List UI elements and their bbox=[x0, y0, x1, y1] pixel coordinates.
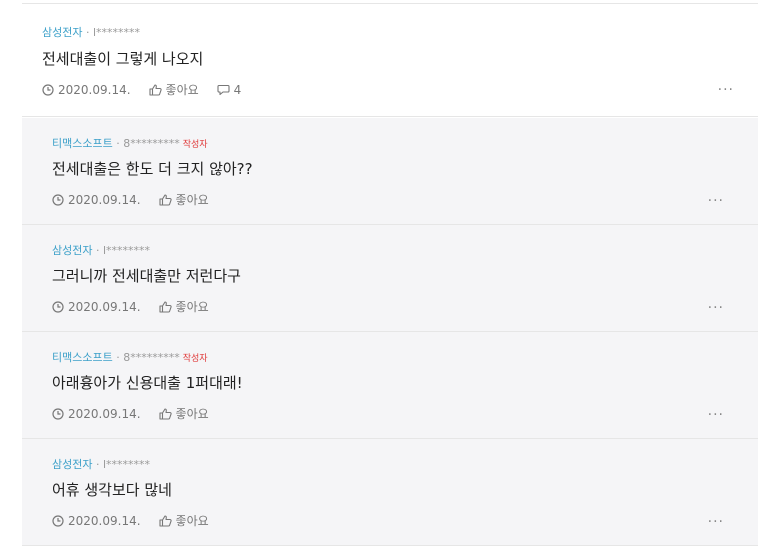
comment-footer: 2020.09.14. 좋아요 bbox=[52, 512, 227, 529]
reply-count-button[interactable]: 4 bbox=[217, 82, 242, 97]
like-label: 좋아요 bbox=[175, 514, 209, 528]
like-button[interactable]: 좋아요 bbox=[158, 298, 209, 315]
clock-icon bbox=[42, 83, 54, 96]
company-name[interactable]: 티맥스소프트 bbox=[52, 137, 113, 150]
reply-comment: 티맥스소프트 · 8********* 작성자 아래흉아가 신용대출 1퍼대래! … bbox=[22, 332, 758, 439]
speech-bubble-icon bbox=[217, 84, 230, 96]
clock-icon bbox=[52, 300, 64, 313]
user-id: l******** bbox=[92, 26, 141, 39]
reply-comment: 티맥스소프트 · 8********* 작성자 전세대출은 한도 더 크지 않아?… bbox=[22, 118, 758, 225]
meta-separator: · bbox=[92, 244, 103, 257]
comment-meta: 삼성전자 · l******** bbox=[52, 242, 150, 258]
comment-thread: 삼성전자 · l******** 전세대출이 그렇게 나오지 2020.09.1… bbox=[0, 0, 766, 560]
comment-main: 삼성전자 · l******** 전세대출이 그렇게 나오지 2020.09.1… bbox=[22, 4, 758, 117]
clock-icon bbox=[52, 514, 64, 527]
company-name[interactable]: 티맥스소프트 bbox=[52, 351, 113, 364]
more-options-button[interactable]: ··· bbox=[708, 514, 724, 530]
comment-text: 어휴 생각보다 많네 bbox=[52, 481, 172, 499]
comment-meta: 티맥스소프트 · 8********* 작성자 bbox=[52, 135, 208, 151]
like-label: 좋아요 bbox=[175, 300, 209, 314]
comment-text: 전세대출은 한도 더 크지 않아?? bbox=[52, 160, 253, 178]
thumbs-up-icon bbox=[158, 193, 172, 206]
like-button[interactable]: 좋아요 bbox=[158, 191, 209, 208]
like-button[interactable]: 좋아요 bbox=[158, 405, 209, 422]
more-options-button[interactable]: ··· bbox=[708, 300, 724, 316]
comment-footer: 2020.09.14. 좋아요 4 bbox=[42, 81, 241, 98]
author-badge: 작성자 bbox=[182, 140, 208, 150]
meta-separator: · bbox=[112, 137, 124, 150]
comment-meta: 삼성전자 · l******** bbox=[42, 24, 140, 40]
comment-date: 2020.09.14. bbox=[68, 192, 141, 207]
reply-comment: 삼성전자 · l******** 어휴 생각보다 많네 2020.09.14. … bbox=[22, 439, 758, 546]
thumbs-up-icon bbox=[158, 300, 172, 313]
meta-separator: · bbox=[82, 26, 93, 39]
more-options-button[interactable]: ··· bbox=[718, 82, 734, 98]
company-name[interactable]: 삼성전자 bbox=[52, 244, 92, 257]
clock-icon bbox=[52, 193, 64, 206]
company-name[interactable]: 삼성전자 bbox=[42, 26, 82, 39]
thumbs-up-icon bbox=[148, 83, 162, 96]
like-label: 좋아요 bbox=[175, 193, 209, 207]
user-id: 8********* bbox=[123, 351, 180, 364]
like-button[interactable]: 좋아요 bbox=[158, 512, 209, 529]
comment-footer: 2020.09.14. 좋아요 bbox=[52, 298, 227, 315]
comment-date: 2020.09.14. bbox=[68, 406, 141, 421]
thumbs-up-icon bbox=[158, 407, 172, 420]
comment-date: 2020.09.14. bbox=[68, 299, 141, 314]
user-id: l******** bbox=[102, 458, 151, 471]
comment-text: 아래흉아가 신용대출 1퍼대래! bbox=[52, 374, 243, 392]
user-id: l******** bbox=[102, 244, 151, 257]
comment-text: 전세대출이 그렇게 나오지 bbox=[42, 50, 204, 68]
clock-icon bbox=[52, 407, 64, 420]
comment-date: 2020.09.14. bbox=[58, 82, 131, 97]
like-button[interactable]: 좋아요 bbox=[148, 81, 199, 98]
meta-separator: · bbox=[112, 351, 124, 364]
reply-count: 4 bbox=[233, 82, 242, 97]
meta-separator: · bbox=[92, 458, 103, 471]
thumbs-up-icon bbox=[158, 514, 172, 527]
user-id: 8********* bbox=[123, 137, 180, 150]
comment-meta: 삼성전자 · l******** bbox=[52, 456, 150, 472]
company-name[interactable]: 삼성전자 bbox=[52, 458, 92, 471]
comment-footer: 2020.09.14. 좋아요 bbox=[52, 191, 227, 208]
more-options-button[interactable]: ··· bbox=[708, 193, 724, 209]
more-options-button[interactable]: ··· bbox=[708, 407, 724, 423]
comment-meta: 티맥스소프트 · 8********* 작성자 bbox=[52, 349, 208, 365]
comment-date: 2020.09.14. bbox=[68, 513, 141, 528]
like-label: 좋아요 bbox=[165, 83, 199, 97]
author-badge: 작성자 bbox=[182, 354, 208, 364]
reply-comment: 삼성전자 · l******** 그러니까 전세대출만 저런다구 2020.09… bbox=[22, 225, 758, 332]
comment-footer: 2020.09.14. 좋아요 bbox=[52, 405, 227, 422]
like-label: 좋아요 bbox=[175, 407, 209, 421]
comment-text: 그러니까 전세대출만 저런다구 bbox=[52, 267, 241, 285]
